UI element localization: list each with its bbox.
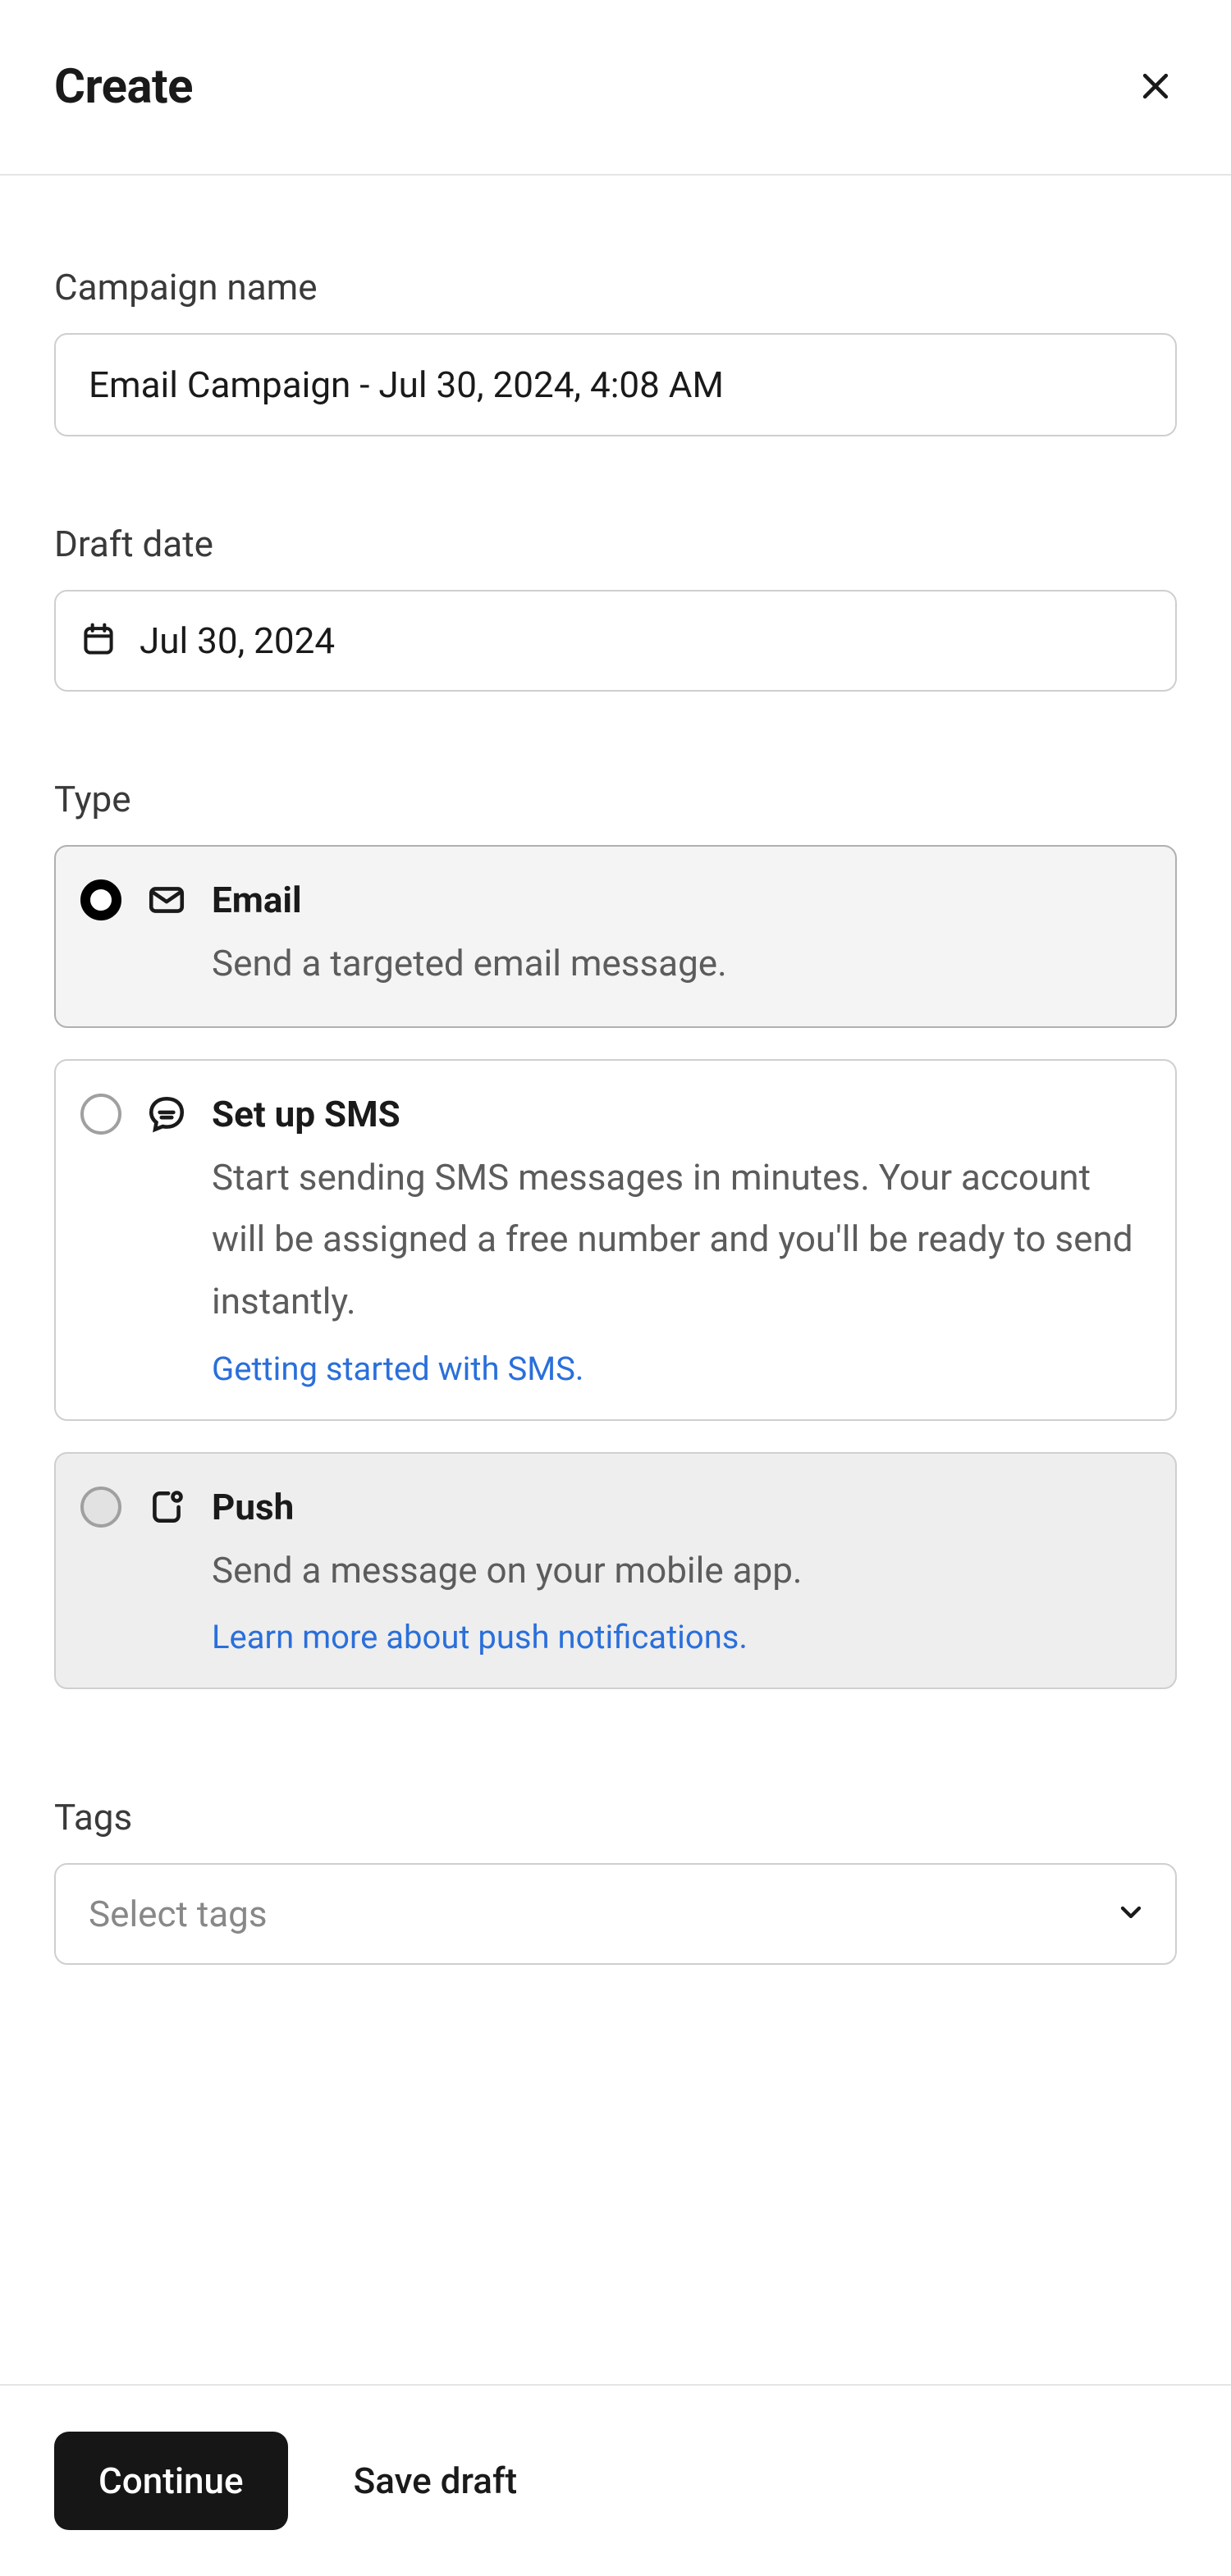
tags-field: Tags Select tags bbox=[54, 1796, 1177, 1965]
modal-header: Create bbox=[0, 0, 1231, 176]
type-label: Type bbox=[54, 778, 1177, 820]
campaign-name-input[interactable] bbox=[54, 333, 1177, 436]
type-email-desc: Send a targeted email message. bbox=[212, 933, 1144, 995]
sms-icon bbox=[144, 1092, 189, 1136]
close-button[interactable] bbox=[1134, 66, 1177, 108]
radio-unselected-icon bbox=[80, 1487, 121, 1528]
calendar-icon bbox=[80, 621, 117, 660]
email-icon bbox=[144, 878, 189, 922]
type-option-email[interactable]: Email Send a targeted email message. bbox=[54, 845, 1177, 1028]
type-push-desc: Send a message on your mobile app. bbox=[212, 1540, 1144, 1602]
type-option-sms[interactable]: Set up SMS Start sending SMS messages in… bbox=[54, 1059, 1177, 1421]
type-push-title: Push bbox=[212, 1485, 1144, 1530]
draft-date-value: Jul 30, 2024 bbox=[140, 619, 335, 662]
type-field: Type Email Send a targeted email message… bbox=[54, 778, 1177, 1689]
sms-getting-started-link[interactable]: Getting started with SMS. bbox=[212, 1350, 583, 1388]
draft-date-field: Draft date Jul 30, 2024 bbox=[54, 523, 1177, 692]
radio-selected-icon bbox=[80, 879, 121, 920]
page-title: Create bbox=[54, 59, 193, 115]
radio-unselected-icon bbox=[80, 1094, 121, 1135]
type-sms-title: Set up SMS bbox=[212, 1092, 1144, 1137]
modal-footer: Continue Save draft bbox=[0, 2384, 1231, 2576]
draft-date-input[interactable]: Jul 30, 2024 bbox=[54, 590, 1177, 692]
type-sms-desc: Start sending SMS messages in minutes. Y… bbox=[212, 1147, 1144, 1333]
campaign-name-field: Campaign name bbox=[54, 266, 1177, 436]
campaign-name-label: Campaign name bbox=[54, 266, 1177, 308]
continue-button[interactable]: Continue bbox=[54, 2432, 288, 2530]
close-icon bbox=[1137, 68, 1174, 107]
tags-select[interactable]: Select tags bbox=[54, 1863, 1177, 1965]
draft-date-label: Draft date bbox=[54, 523, 1177, 565]
save-draft-button[interactable]: Save draft bbox=[354, 2460, 518, 2502]
chevron-down-icon bbox=[1114, 1896, 1147, 1932]
tags-placeholder: Select tags bbox=[89, 1893, 268, 1935]
push-learn-more-link[interactable]: Learn more about push notifications. bbox=[212, 1618, 748, 1656]
tags-label: Tags bbox=[54, 1796, 1177, 1838]
type-option-push[interactable]: Push Send a message on your mobile app. … bbox=[54, 1452, 1177, 1690]
push-icon bbox=[144, 1485, 189, 1529]
type-email-title: Email bbox=[212, 878, 1144, 923]
